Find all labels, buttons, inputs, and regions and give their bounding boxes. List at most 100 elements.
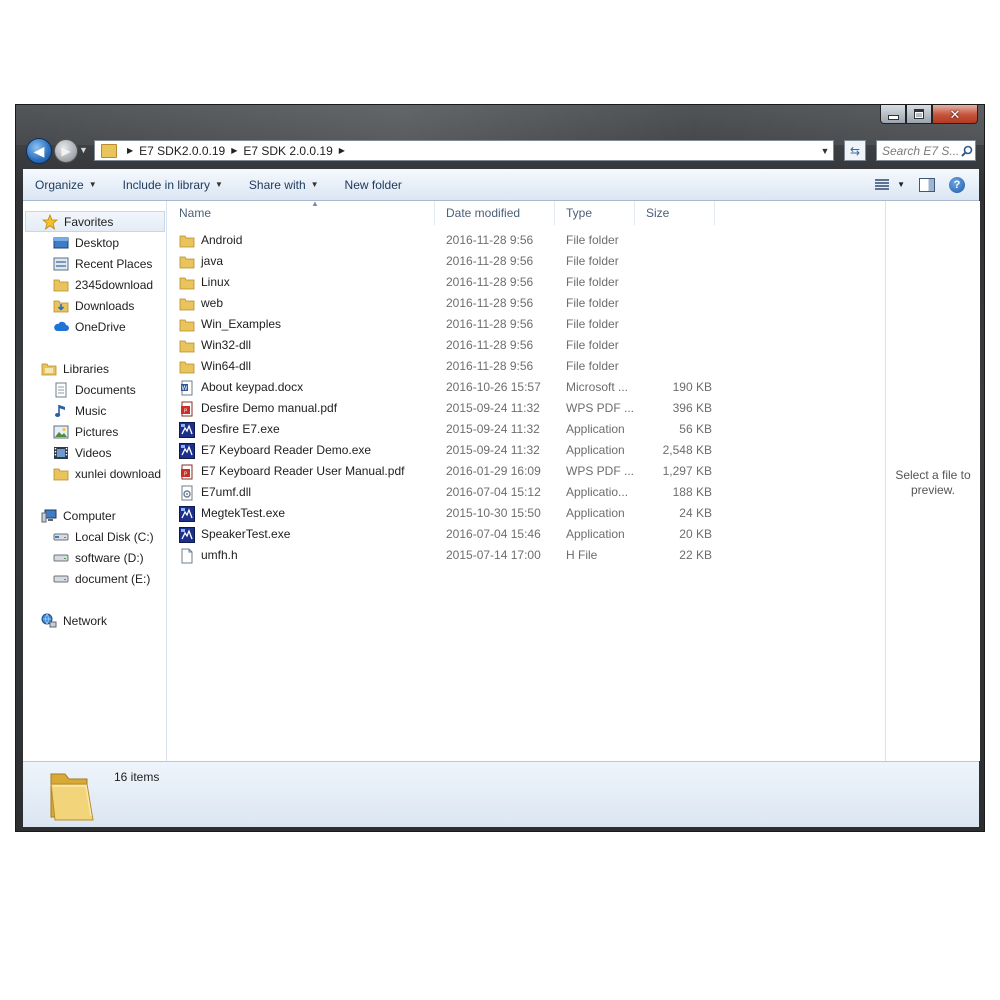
file-name-cell[interactable]: MegtekTest.exe: [179, 503, 285, 524]
new-folder-button[interactable]: New folder: [333, 178, 416, 192]
search-input[interactable]: Search E7 S...: [877, 144, 959, 158]
share-with-button[interactable]: Share with ▼: [237, 178, 333, 192]
organize-button[interactable]: Organize ▼: [23, 178, 111, 192]
sidebar-item-pictures[interactable]: Pictures: [53, 421, 118, 442]
change-view-button[interactable]: ▼: [875, 178, 905, 191]
file-row[interactable]: web 2016-11-28 9:56 File folder: [167, 293, 727, 314]
file-row[interactable]: java 2016-11-28 9:56 File folder: [167, 251, 727, 272]
breadcrumb-item[interactable]: E7 SDK 2.0.0.19: [243, 144, 332, 158]
file-row[interactable]: W About keypad.docx 2016-10-26 15:57 Micros…: [167, 377, 727, 398]
file-row[interactable]: Win64-dll 2016-11-28 9:56 File folder: [167, 356, 727, 377]
file-name-cell[interactable]: Linux: [179, 272, 230, 293]
help-icon[interactable]: ?: [949, 176, 965, 193]
column-divider[interactable]: [434, 201, 435, 225]
column-header-name[interactable]: Name ▲: [179, 199, 319, 225]
file-row[interactable]: Android 2016-11-28 9:56 File folder: [167, 230, 727, 251]
file-row[interactable]: SpeakerTest.exe 2016-07-04 15:46 Applicati…: [167, 524, 727, 545]
file-name: About keypad.docx: [201, 380, 304, 394]
column-divider[interactable]: [634, 201, 635, 225]
sidebar-item-videos[interactable]: Videos: [53, 442, 111, 463]
details-pane: 16 items: [23, 761, 979, 827]
sidebar-item-xunlei-download[interactable]: xunlei download: [53, 463, 161, 484]
breadcrumb-separator-icon[interactable]: ▶: [339, 146, 345, 155]
column-divider[interactable]: [554, 201, 555, 225]
sidebar-item-computer[interactable]: Computer: [41, 505, 116, 526]
address-bar[interactable]: ▶ E7 SDK2.0.0.19 ▶ E7 SDK 2.0.0.19 ▶ ▼: [94, 140, 834, 161]
sidebar-item-favorites[interactable]: Favorites: [25, 211, 165, 232]
refresh-button[interactable]: ⇆: [844, 140, 866, 161]
file-name: umfh.h: [201, 548, 238, 562]
file-date: 2016-11-28 9:56: [446, 338, 534, 352]
breadcrumb-separator-icon[interactable]: ▶: [231, 146, 237, 155]
sidebar-item-documents[interactable]: Documents: [53, 379, 136, 400]
preview-pane-toggle-icon[interactable]: [919, 177, 935, 192]
chevron-down-icon: ▼: [215, 180, 223, 189]
file-row[interactable]: P E7 Keyboard Reader User Manual.pdf 2016-…: [167, 461, 727, 482]
file-name-cell[interactable]: W About keypad.docx: [179, 377, 303, 398]
sidebar-item-2345download[interactable]: 2345download: [53, 274, 153, 295]
drive-icon: [53, 550, 69, 566]
column-divider[interactable]: [714, 201, 715, 225]
file-name-cell[interactable]: Win_Examples: [179, 314, 281, 335]
sidebar-item-recent-places[interactable]: Recent Places: [53, 253, 152, 274]
file-name-cell[interactable]: Android: [179, 230, 242, 251]
file-row[interactable]: Win32-dll 2016-11-28 9:56 File folder: [167, 335, 727, 356]
breadcrumb-item[interactable]: E7 SDK2.0.0.19: [139, 144, 225, 158]
file-type: Application: [566, 506, 625, 520]
address-dropdown-icon[interactable]: ▼: [817, 146, 833, 156]
file-name-cell[interactable]: umfh.h: [179, 545, 238, 566]
file-row[interactable]: MegtekTest.exe 2015-10-30 15:50 Applicatio…: [167, 503, 727, 524]
forward-button[interactable]: ▶: [54, 139, 78, 163]
desktop-icon: [53, 235, 69, 251]
exe-icon: [179, 442, 195, 459]
file-date: 2015-10-30 15:50: [446, 506, 541, 520]
minimize-button[interactable]: [880, 105, 906, 124]
file-name-cell[interactable]: E7umf.dll: [179, 482, 251, 503]
maximize-button[interactable]: [906, 105, 932, 124]
recent-pages-dropdown[interactable]: ▼: [79, 145, 89, 155]
sidebar-item-local-disk-c[interactable]: Local Disk (C:): [53, 526, 154, 547]
search-icon[interactable]: [959, 145, 975, 157]
file-name-cell[interactable]: P E7 Keyboard Reader User Manual.pdf: [179, 461, 404, 482]
file-name-cell[interactable]: java: [179, 251, 223, 272]
sidebar-item-downloads[interactable]: Downloads: [53, 295, 134, 316]
sidebar-item-libraries[interactable]: Libraries: [41, 358, 109, 379]
file-row[interactable]: umfh.h 2015-07-14 17:00 H File 22 KB: [167, 545, 727, 566]
file-row[interactable]: Linux 2016-11-28 9:56 File folder: [167, 272, 727, 293]
close-button[interactable]: ✕: [932, 105, 978, 124]
file-name-cell[interactable]: E7 Keyboard Reader Demo.exe: [179, 440, 371, 461]
star-icon: [42, 213, 58, 230]
file-name-cell[interactable]: P Desfire Demo manual.pdf: [179, 398, 337, 419]
sort-ascending-icon: ▲: [311, 199, 319, 208]
sidebar-item-desktop[interactable]: Desktop: [53, 232, 119, 253]
file-name-cell[interactable]: web: [179, 293, 223, 314]
sidebar-item-label: Videos: [75, 445, 112, 460]
file-row[interactable]: E7 Keyboard Reader Demo.exe 2015-09-24 11…: [167, 440, 727, 461]
sidebar-item-network[interactable]: Network: [41, 610, 107, 631]
file-name-cell[interactable]: Win64-dll: [179, 356, 251, 377]
sidebar-item-software-d[interactable]: software (D:): [53, 547, 144, 568]
breadcrumb-separator-icon[interactable]: ▶: [127, 146, 133, 155]
sidebar-item-onedrive[interactable]: OneDrive: [53, 316, 126, 337]
file-row[interactable]: Win_Examples 2016-11-28 9:56 File folder: [167, 314, 727, 335]
include-in-library-button[interactable]: Include in library ▼: [111, 178, 237, 192]
file-name: Win_Examples: [201, 317, 282, 331]
sidebar-item-label: Local Disk (C:): [75, 529, 154, 544]
sidebar-item-music[interactable]: Music: [53, 400, 106, 421]
file-name-cell[interactable]: SpeakerTest.exe: [179, 524, 290, 545]
column-header-type[interactable]: Type: [566, 201, 592, 225]
file-name: Linux: [201, 275, 230, 289]
column-header-size[interactable]: Size: [646, 201, 669, 225]
svg-text:P: P: [184, 471, 187, 477]
column-header-date[interactable]: Date modified: [446, 201, 520, 225]
file-name-cell[interactable]: Win32-dll: [179, 335, 251, 356]
search-box[interactable]: Search E7 S...: [876, 140, 976, 161]
file-name-cell[interactable]: Desfire E7.exe: [179, 419, 280, 440]
file-row[interactable]: E7umf.dll 2016-07-04 15:12 Applicatio... 18…: [167, 482, 727, 503]
sidebar-item-document-e[interactable]: document (E:): [53, 568, 150, 589]
file-row[interactable]: Desfire E7.exe 2015-09-24 11:32 Applicatio…: [167, 419, 727, 440]
back-button[interactable]: ◀: [26, 138, 52, 164]
file-size: 396 KB: [672, 401, 712, 415]
caption-buttons: ✕: [880, 105, 978, 125]
file-row[interactable]: P Desfire Demo manual.pdf 2015-09-24 11:32…: [167, 398, 727, 419]
